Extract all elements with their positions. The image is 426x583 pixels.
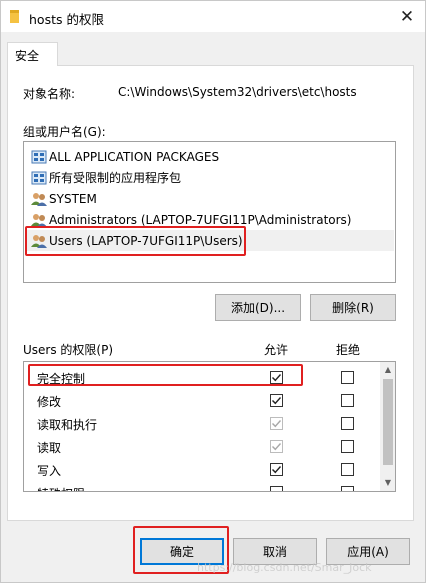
deny-checkbox[interactable] [341,440,354,453]
add-button[interactable]: 添加(D)... [215,294,301,321]
deny-checkbox[interactable] [341,486,354,491]
scroll-up-icon[interactable]: ▲ [380,362,395,378]
list-item-label: Users (LAPTOP-7UFGI11P\Users) [49,233,243,248]
tab-security[interactable]: 安全 [7,42,58,66]
allow-checkbox [270,417,283,430]
permission-row: 特殊权限 [24,481,379,491]
permission-row: 读取和执行 [24,412,379,435]
object-name-label: 对象名称: [23,87,76,101]
groups-listbox[interactable]: ALL APPLICATION PACKAGES 所有受限制的应用程序包 SYS… [23,141,396,283]
permission-label: 写入 [37,464,62,478]
deny-checkbox[interactable] [341,371,354,384]
permissions-dialog: hosts 的权限 ✕ 安全 对象名称: C:\Windows\System32… [0,0,426,583]
groups-label: 组或用户名(G): [23,125,106,139]
deny-checkbox[interactable] [341,463,354,476]
allow-checkbox[interactable] [270,394,283,407]
users-group-icon [31,192,47,206]
permission-label: 读取 [37,441,62,455]
package-group-icon [31,150,47,163]
list-item-selected[interactable]: Users (LAPTOP-7UFGI11P\Users) [25,230,394,251]
allow-checkbox[interactable] [270,371,283,384]
list-item-label: SYSTEM [49,191,97,206]
list-item[interactable]: SYSTEM [25,188,394,209]
window-title: hosts 的权限 [29,12,104,27]
permission-label: 读取和执行 [37,418,98,432]
permissions-list: 特殊权限 写入 读取 读取和执行 修改 完全控制 ▲ ▼ [23,361,396,492]
list-item-label: Administrators (LAPTOP-7UFGI11P\Administ… [49,212,352,227]
scroll-thumb[interactable] [383,379,393,465]
permissions-title: Users 的权限(P) [23,343,114,357]
permission-row: 完全控制 [24,366,379,389]
permission-row: 写入 [24,458,379,481]
permission-row: 读取 [24,435,379,458]
deny-checkbox[interactable] [341,394,354,407]
vertical-scrollbar[interactable]: ▲ ▼ [380,362,395,491]
scroll-down-icon[interactable]: ▼ [380,475,395,491]
users-group-icon [31,234,47,248]
list-item[interactable]: ALL APPLICATION PACKAGES [25,146,394,167]
title-bar: hosts 的权限 ✕ [1,1,425,32]
list-item[interactable]: 所有受限制的应用程序包 [25,167,394,188]
list-item-label: 所有受限制的应用程序包 [49,171,182,185]
object-name-value: C:\Windows\System32\drivers\etc\hosts [118,85,357,99]
deny-checkbox[interactable] [341,417,354,430]
permission-row: 修改 [24,389,379,412]
permission-label: 特殊权限 [37,485,85,491]
users-group-icon [31,213,47,227]
allow-checkbox [270,440,283,453]
allow-checkbox[interactable] [270,463,283,476]
list-item[interactable]: Administrators (LAPTOP-7UFGI11P\Administ… [25,209,394,230]
file-icon [10,10,19,23]
package-group-icon [31,171,47,184]
allow-header: 允许 [264,343,289,357]
list-item-label: ALL APPLICATION PACKAGES [49,149,220,164]
watermark: https://blog.csdn.net/Smar_Jock [197,561,372,574]
permission-label: 修改 [37,395,62,409]
permission-label: 完全控制 [37,372,86,386]
allow-checkbox[interactable] [270,486,283,491]
close-icon[interactable]: ✕ [396,6,418,28]
remove-button[interactable]: 删除(R) [310,294,396,321]
deny-header: 拒绝 [336,343,361,357]
